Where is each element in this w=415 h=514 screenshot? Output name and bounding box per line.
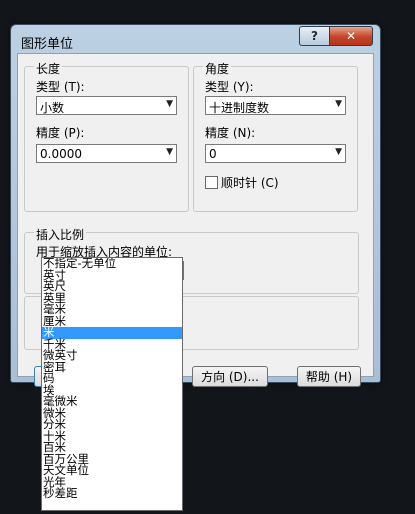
help-button[interactable]: 帮助 (H) [297, 366, 361, 387]
close-button[interactable]: ✕ [329, 26, 373, 46]
chevron-down-icon: ▼ [335, 99, 342, 109]
angle-precision-select[interactable]: 0 ▼ [205, 144, 346, 163]
length-precision-select[interactable]: 0.0000 ▼ [36, 144, 177, 163]
insertion-scale-group-label: 插入比例 [34, 226, 87, 243]
direction-button[interactable]: 方向 (D)... [192, 366, 268, 387]
dropdown-option[interactable]: 秒差距 [42, 487, 182, 500]
length-type-select[interactable]: 小数 ▼ [36, 96, 177, 115]
angle-group-label: 角度 [203, 60, 232, 77]
chevron-down-icon: ▼ [166, 99, 173, 109]
dropdown-option[interactable]: 密耳 [42, 361, 182, 374]
chevron-down-icon: ▼ [166, 147, 173, 157]
dropdown-option[interactable]: 厘米 [42, 315, 182, 328]
length-precision-value: 0.0000 [40, 147, 82, 161]
dialog-title: 图形单位 [21, 37, 74, 52]
clockwise-checkbox[interactable] [205, 176, 218, 189]
angle-precision-label: 精度 (N): [205, 126, 256, 140]
units-dropdown-list[interactable]: 不指定-无单位 英寸 英尺 英里 毫米 厘米米千米 微英寸 密耳码埃毫微米 微米 分米 十米 百米 百万… [41, 257, 183, 511]
angle-type-label: 类型 (Y): [205, 80, 254, 94]
length-group-label: 长度 [34, 60, 63, 77]
angle-precision-value: 0 [209, 147, 217, 161]
length-type-label: 类型 (T): [36, 80, 85, 94]
length-precision-label: 精度 (P): [36, 126, 85, 140]
angle-type-value: 十进制度数 [209, 101, 270, 115]
clockwise-label[interactable]: 顺时针 (C) [221, 174, 279, 191]
chevron-down-icon: ▼ [335, 147, 342, 157]
help-title-button[interactable]: ? [299, 26, 330, 46]
length-type-value: 小数 [40, 101, 65, 115]
angle-type-select[interactable]: 十进制度数 ▼ [205, 96, 346, 115]
dropdown-option[interactable]: 码 [42, 372, 182, 385]
title-bar[interactable]: 图形单位 ? ✕ [11, 25, 380, 53]
